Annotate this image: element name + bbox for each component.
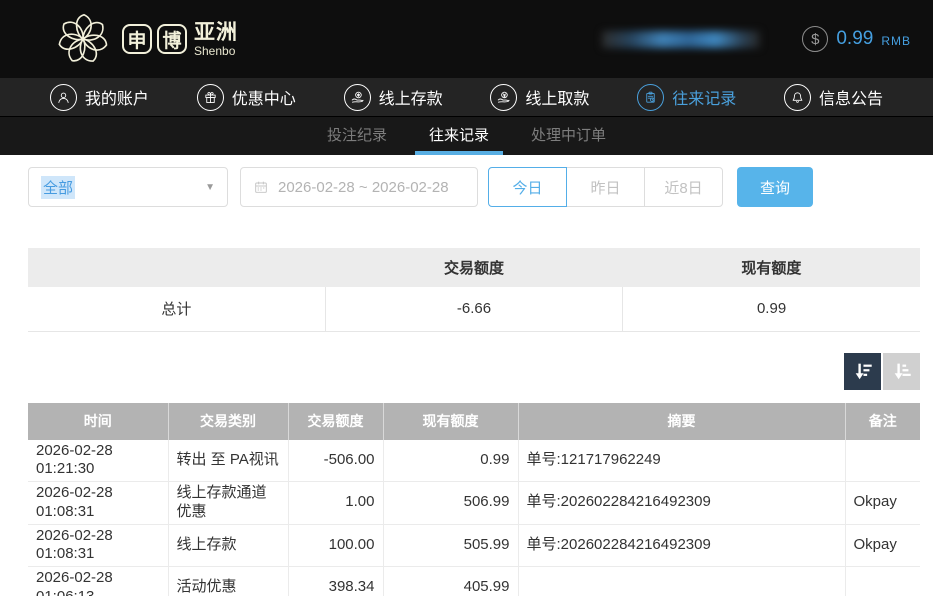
top-header: 申 博 亚洲 Shenbo $ 0.99 RMB <box>0 0 933 78</box>
summary-header-balance: 现有额度 <box>623 248 920 287</box>
summary-total-balance: 0.99 <box>623 287 920 331</box>
header-balance: 现有额度 <box>383 403 518 440</box>
sort-controls <box>28 353 920 390</box>
cell-type: 活动优惠 <box>168 567 288 596</box>
cell-time: 2026-02-28 01:08:31 <box>28 482 168 525</box>
nav-label: 优惠中心 <box>232 85 296 109</box>
balance-amount: 0.99 <box>836 28 873 50</box>
nav-label: 线上取款 <box>525 85 589 109</box>
header-summary: 摘要 <box>518 403 845 440</box>
cell-time: 2026-02-28 01:21:30 <box>28 440 168 482</box>
cell-amount: 398.34 <box>288 567 383 596</box>
content-area: 全部 ▼ 2026-02-28 ~ 2026-02-28 今日 昨日 近8日 查… <box>0 155 933 596</box>
nav-label: 线上存款 <box>379 85 443 109</box>
username-blurred <box>602 31 760 48</box>
dollar-circle-icon: $ <box>802 26 828 52</box>
last-8-days-button[interactable]: 近8日 <box>644 167 723 207</box>
nav-label: 往来记录 <box>672 85 736 109</box>
summary-total-trade: -6.66 <box>325 287 622 331</box>
logo-char-box: 博 <box>157 24 187 54</box>
transaction-type-select[interactable]: 全部 ▼ <box>28 167 228 207</box>
cell-summary: 单号:202602284216492309 <box>518 524 845 567</box>
cell-time: 2026-02-28 01:08:31 <box>28 524 168 567</box>
cell-remark: Okpay <box>845 524 920 567</box>
summary-total-label: 总计 <box>28 287 325 331</box>
cell-balance: 506.99 <box>383 482 518 525</box>
cell-type: 转出 至 PA视讯 <box>168 440 288 482</box>
gift-icon <box>197 84 224 111</box>
header-remark: 备注 <box>845 403 920 440</box>
summary-total-row: 总计 -6.66 0.99 <box>28 287 920 331</box>
sub-nav: 投注纪录 往来记录 处理中订单 <box>0 117 933 155</box>
cell-balance: 0.99 <box>383 440 518 482</box>
deposit-icon <box>344 84 371 111</box>
cell-remark <box>845 440 920 482</box>
table-row: 2026-02-28 01:08:31 线上存款通道优惠 1.00 506.99… <box>28 482 920 525</box>
nav-item-announcements[interactable]: 信息公告 <box>784 84 883 111</box>
cell-summary: 单号:202602284216492309 <box>518 482 845 525</box>
table-header-row: 时间 交易类别 交易额度 现有额度 摘要 备注 <box>28 403 920 440</box>
cell-summary: 单号:121717962249 <box>518 440 845 482</box>
calendar-icon <box>253 179 269 195</box>
date-range-value: 2026-02-28 ~ 2026-02-28 <box>278 179 449 196</box>
cell-balance: 505.99 <box>383 524 518 567</box>
logo-subtitle: Shenbo <box>194 45 238 57</box>
table-row: 2026-02-28 01:21:30 转出 至 PA视讯 -506.00 0.… <box>28 440 920 482</box>
cell-remark: Okpay <box>845 482 920 525</box>
search-button[interactable]: 查询 <box>737 167 813 207</box>
account-balance[interactable]: $ 0.99 RMB <box>802 26 911 52</box>
quick-date-group: 今日 昨日 近8日 <box>488 167 723 207</box>
records-icon <box>637 84 664 111</box>
sort-descending-button[interactable] <box>844 353 881 390</box>
tab-bet-records[interactable]: 投注纪录 <box>313 117 401 155</box>
cell-time: 2026-02-28 01:06:13 <box>28 567 168 596</box>
transactions-table: 时间 交易类别 交易额度 现有额度 摘要 备注 2026-02-28 01:21… <box>28 403 920 596</box>
tab-transaction-records[interactable]: 往来记录 <box>415 117 503 155</box>
logo-region-text: 亚洲 <box>194 22 238 43</box>
sort-ascending-icon <box>891 360 913 382</box>
nav-label: 信息公告 <box>819 85 883 109</box>
sort-descending-icon <box>852 360 874 382</box>
tab-pending-orders[interactable]: 处理中订单 <box>517 117 620 155</box>
flower-logo-icon <box>52 8 114 70</box>
nav-item-deposit[interactable]: 线上存款 <box>344 84 443 111</box>
cell-type: 线上存款 <box>168 524 288 567</box>
cell-type: 线上存款通道优惠 <box>168 482 288 525</box>
cell-amount: 1.00 <box>288 482 383 525</box>
logo-char-box: 申 <box>122 24 152 54</box>
header-amount: 交易额度 <box>288 403 383 440</box>
summary-header-trade: 交易额度 <box>325 248 622 287</box>
main-nav: 我的账户 优惠中心 线上存款 线上取款 往来记录 信息公告 <box>0 78 933 117</box>
summary-table: 交易额度 现有额度 总计 -6.66 0.99 <box>28 248 920 332</box>
user-icon <box>50 84 77 111</box>
cell-remark <box>845 567 920 596</box>
withdraw-icon <box>490 84 517 111</box>
header-type: 交易类别 <box>168 403 288 440</box>
cell-amount: 100.00 <box>288 524 383 567</box>
nav-item-withdraw[interactable]: 线上取款 <box>490 84 589 111</box>
cell-balance: 405.99 <box>383 567 518 596</box>
nav-label: 我的账户 <box>85 85 149 109</box>
chevron-down-icon: ▼ <box>205 182 215 193</box>
sort-ascending-button[interactable] <box>883 353 920 390</box>
summary-header-empty <box>28 248 325 287</box>
selected-type: 全部 <box>41 176 75 199</box>
table-row: 2026-02-28 01:06:13 活动优惠 398.34 405.99 <box>28 567 920 596</box>
header-time: 时间 <box>28 403 168 440</box>
nav-item-my-account[interactable]: 我的账户 <box>50 84 149 111</box>
filter-row: 全部 ▼ 2026-02-28 ~ 2026-02-28 今日 昨日 近8日 查… <box>28 167 920 207</box>
table-row: 2026-02-28 01:08:31 线上存款 100.00 505.99 单… <box>28 524 920 567</box>
today-button[interactable]: 今日 <box>488 167 567 207</box>
cell-amount: -506.00 <box>288 440 383 482</box>
balance-currency: RMB <box>881 30 911 48</box>
date-range-picker[interactable]: 2026-02-28 ~ 2026-02-28 <box>240 167 478 207</box>
nav-item-records[interactable]: 往来记录 <box>637 84 736 111</box>
cell-summary <box>518 567 845 596</box>
bell-icon <box>784 84 811 111</box>
nav-item-promotions[interactable]: 优惠中心 <box>197 84 296 111</box>
site-logo[interactable]: 申 博 亚洲 Shenbo <box>52 8 238 70</box>
yesterday-button[interactable]: 昨日 <box>566 167 645 207</box>
